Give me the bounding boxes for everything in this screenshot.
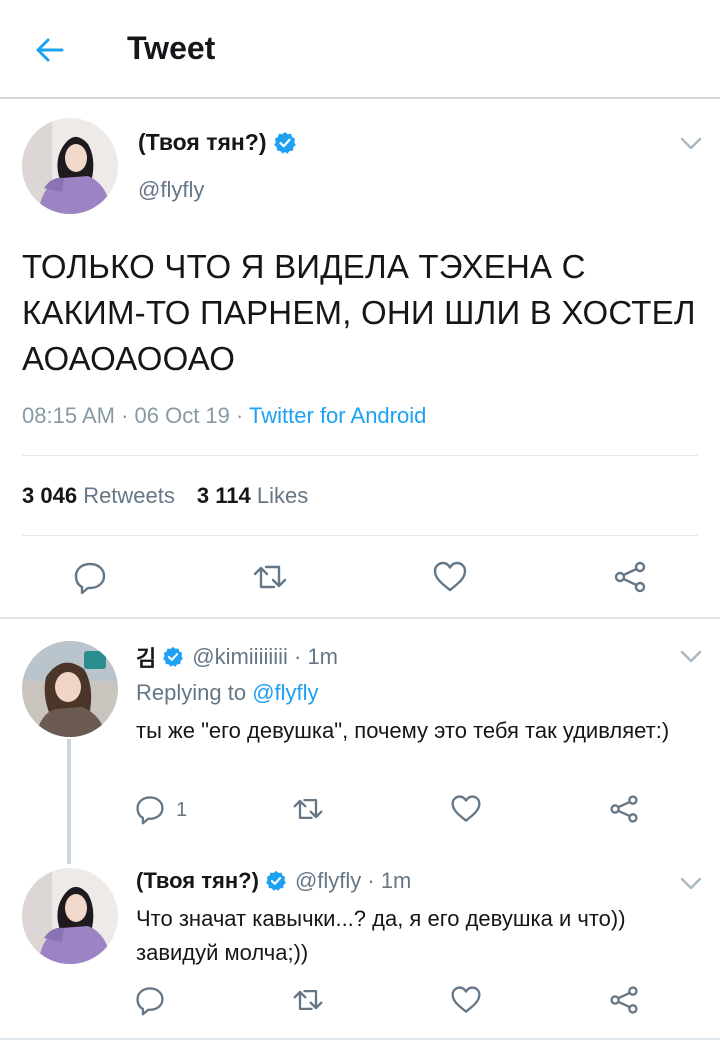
likes-count: 3 114 (196, 483, 251, 508)
chevron-down-icon[interactable] (680, 137, 702, 151)
author-name[interactable]: (Твоя тян?) (138, 129, 267, 156)
reply-text: ты же "его девушка", почему это тебя так… (136, 718, 670, 743)
author-handle[interactable]: @flyfly (138, 177, 204, 203)
like-icon[interactable] (450, 793, 482, 825)
verified-badge-icon (266, 870, 286, 891)
avatar[interactable] (22, 641, 118, 737)
chevron-down-icon[interactable] (680, 877, 702, 891)
share-icon[interactable] (608, 984, 640, 1016)
divider (0, 1038, 720, 1040)
replying-to: Replying to @flyfly (136, 680, 319, 706)
reply-tweet[interactable]: (Твоя тян?) @flyfly · 1m Что значат кавы… (0, 864, 720, 1038)
reply-header: 김 @kimiiiiiiii · 1m (136, 641, 338, 673)
author-name[interactable]: (Твоя тян?) (136, 868, 259, 894)
retweets-label: Retweets (83, 483, 175, 508)
likes-stat[interactable]: 3 114 Likes (197, 483, 308, 508)
tweet-stats: 3 046 Retweets 3 114 Likes (22, 483, 308, 509)
top-bar: Tweet (0, 0, 720, 99)
tweet-timestamp: 08:15 AM · 06 Oct 19 · (22, 403, 250, 428)
author-name[interactable]: 김 (136, 641, 156, 673)
retweet-icon[interactable] (292, 793, 324, 825)
author-name-row: (Твоя тян?) (138, 129, 297, 156)
main-tweet: (Твоя тян?) @flyfly ТОЛЬКО ЧТО Я ВИДЕЛА … (0, 99, 720, 619)
retweets-count: 3 046 (22, 483, 78, 508)
tweet-text: ТОЛЬКО ЧТО Я ВИДЕЛА ТЭХЕНА С КАКИМ-ТО ПА… (22, 248, 696, 377)
author-handle[interactable]: @kimiiiiiiii · 1m (192, 644, 338, 670)
source-app-link[interactable]: Twitter for Android (249, 403, 426, 428)
thread-connector (67, 739, 71, 864)
replying-to-link[interactable]: @flyfly (252, 680, 318, 705)
verified-badge-icon (273, 131, 296, 154)
arrow-left-icon[interactable] (34, 34, 66, 66)
tweet-actions (0, 559, 720, 599)
likes-label: Likes (256, 483, 309, 508)
reply-icon[interactable] (134, 793, 166, 825)
retweet-icon[interactable] (252, 559, 288, 595)
reply-icon[interactable] (72, 559, 108, 595)
divider (22, 455, 698, 456)
chevron-down-icon[interactable] (680, 650, 702, 664)
page-title: Tweet (127, 30, 216, 66)
reply-header: (Твоя тян?) @flyfly · 1m (136, 868, 411, 894)
share-icon[interactable] (612, 559, 648, 595)
author-handle[interactable]: @flyfly · 1m (295, 868, 411, 894)
avatar[interactable] (22, 868, 118, 964)
share-icon[interactable] (608, 793, 640, 825)
reply-text: Что значат кавычки...? да, я его девушка… (136, 906, 626, 965)
reply-count: 1 (176, 799, 188, 821)
verified-badge-icon (163, 646, 184, 667)
reply-tweet[interactable]: 김 @kimiiiiiiii · 1m Replying to @flyfly … (0, 621, 720, 864)
avatar[interactable] (22, 118, 118, 214)
divider (22, 535, 698, 536)
like-icon[interactable] (450, 984, 482, 1016)
reply-icon[interactable] (134, 984, 166, 1016)
replying-prefix: Replying to (136, 680, 253, 705)
like-icon[interactable] (432, 559, 468, 595)
retweets-stat[interactable]: 3 046 Retweets (22, 483, 175, 508)
tweet-meta: 08:15 AM · 06 Oct 19 · Twitter for Andro… (22, 403, 426, 429)
retweet-icon[interactable] (292, 984, 324, 1016)
